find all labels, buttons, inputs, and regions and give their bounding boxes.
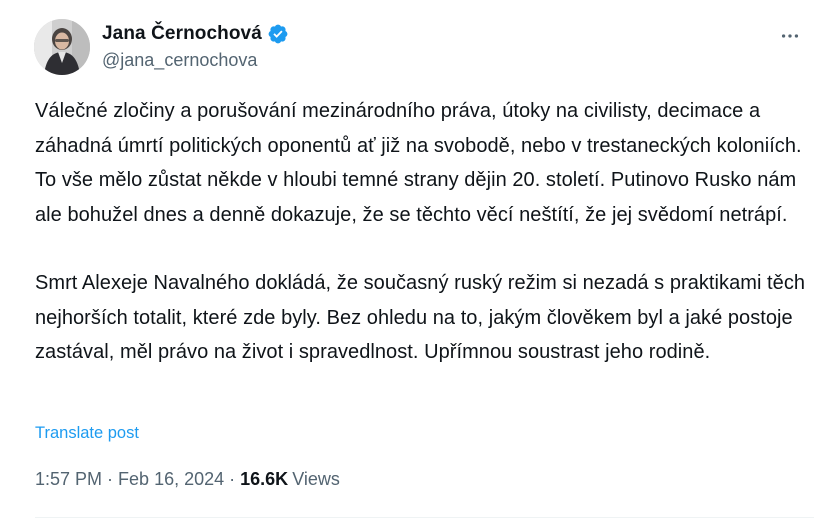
meta-separator: ·: [229, 469, 236, 489]
tweet-header: Jana Černochová @jana_cernochova: [34, 19, 813, 75]
views-label: Views: [292, 469, 340, 489]
tweet-paragraph: Smrt Alexeje Navalného dokládá, že souča…: [35, 272, 806, 363]
author-name-row: Jana Černochová: [102, 21, 289, 47]
more-options-icon[interactable]: [777, 23, 803, 49]
post-date[interactable]: Feb 16, 2024: [118, 469, 224, 490]
post-time[interactable]: 1:57 PM: [35, 469, 102, 490]
divider: [35, 517, 814, 518]
author-info: Jana Černochová @jana_cernochova: [102, 21, 289, 71]
tweet-card: Jana Černochová @jana_cernochova Válečné…: [0, 0, 833, 522]
avatar-image: [34, 19, 90, 75]
avatar[interactable]: [34, 19, 90, 75]
meta-separator: ·: [107, 469, 114, 489]
tweet-metadata: 1:57 PM · Feb 16, 2024 · 16.6K Views: [35, 469, 340, 490]
tweet-paragraph: Válečné zločiny a porušování mezinárodní…: [35, 100, 802, 226]
views-count[interactable]: 16.6K: [240, 469, 288, 490]
verified-badge-icon[interactable]: [267, 23, 289, 45]
author-handle[interactable]: @jana_cernochova: [102, 50, 289, 71]
translate-post-link[interactable]: Translate post: [35, 424, 139, 443]
tweet-text: Válečné zločiny a porušování mezinárodní…: [35, 94, 815, 370]
author-display-name[interactable]: Jana Černochová: [102, 23, 262, 45]
